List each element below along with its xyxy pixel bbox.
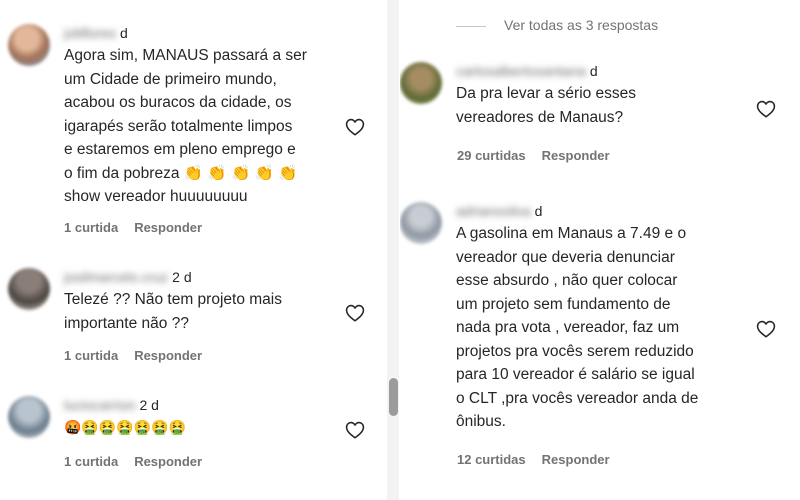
comments-panel-left: jvbflores d Agora sim, MANAUS passará a … bbox=[0, 0, 385, 500]
like-heart-icon[interactable] bbox=[344, 116, 366, 138]
comment-body: jvbflores d Agora sim, MANAUS passará a … bbox=[64, 24, 307, 209]
like-heart-icon[interactable] bbox=[344, 419, 366, 441]
comment-text: Telezé ?? Não tem projeto mais important… bbox=[64, 291, 282, 332]
comment-actions: 12 curtidas Responder bbox=[457, 452, 610, 467]
comment-text: A gasolina em Manaus a 7.49 e o vereador… bbox=[456, 225, 699, 430]
avatar[interactable] bbox=[8, 268, 50, 310]
comment-age: 2 d bbox=[172, 269, 192, 285]
comment-age: d bbox=[534, 203, 543, 219]
like-heart-icon[interactable] bbox=[755, 98, 777, 120]
comment-actions: 1 curtida Responder bbox=[64, 220, 202, 235]
comment-actions: 1 curtida Responder bbox=[64, 454, 202, 469]
comment-username[interactable]: josilmarcelo.cruz bbox=[64, 268, 168, 286]
see-all-replies-link[interactable]: Ver todas as 3 respostas bbox=[456, 17, 658, 33]
scrollbar-thumb[interactable] bbox=[389, 378, 398, 416]
comment-age: d bbox=[589, 63, 598, 79]
comment-actions: 29 curtidas Responder bbox=[457, 148, 610, 163]
avatar[interactable] bbox=[8, 396, 50, 438]
comment-age: d bbox=[120, 25, 128, 41]
comments-panel-right: carlosalbertosantana d Da pra levar a sé… bbox=[400, 48, 800, 500]
comment-text: 🤬🤮🤮🤮🤮🤮🤮 bbox=[64, 419, 187, 435]
like-heart-icon[interactable] bbox=[755, 318, 777, 340]
reply-button[interactable]: Responder bbox=[542, 452, 610, 467]
comment-actions: 1 curtida Responder bbox=[64, 348, 202, 363]
comment-text: Da pra levar a sério esses vereadores de… bbox=[456, 85, 637, 126]
reply-button[interactable]: Responder bbox=[134, 454, 202, 469]
comment-body: luciocarrion 2 d 🤬🤮🤮🤮🤮🤮🤮 bbox=[64, 396, 186, 440]
likes-count[interactable]: 1 curtida bbox=[64, 454, 118, 469]
reply-button[interactable]: Responder bbox=[134, 348, 202, 363]
comment-username[interactable]: carlosalbertosantana bbox=[456, 62, 586, 80]
comment-username[interactable]: jvbflores bbox=[64, 24, 116, 42]
avatar[interactable] bbox=[8, 24, 50, 66]
avatar[interactable] bbox=[400, 202, 442, 244]
avatar[interactable] bbox=[400, 62, 442, 104]
reply-button[interactable]: Responder bbox=[134, 220, 202, 235]
comment-age: 2 d bbox=[139, 397, 159, 413]
comment-text: Agora sim, MANAUS passará a ser um Cidad… bbox=[64, 47, 307, 205]
likes-count[interactable]: 1 curtida bbox=[64, 348, 118, 363]
comment-username[interactable]: adrianosilva bbox=[456, 202, 531, 220]
see-all-replies-label[interactable]: Ver todas as 3 respostas bbox=[504, 17, 658, 33]
reply-button[interactable]: Responder bbox=[542, 148, 610, 163]
scrollbar-track[interactable] bbox=[387, 0, 399, 500]
comment-body: josilmarcelo.cruz 2 d Telezé ?? Não tem … bbox=[64, 268, 282, 335]
likes-count[interactable]: 12 curtidas bbox=[457, 452, 526, 467]
comment-body: carlosalbertosantana d Da pra levar a sé… bbox=[456, 62, 636, 129]
comment-username[interactable]: luciocarrion bbox=[64, 396, 136, 414]
likes-count[interactable]: 29 curtidas bbox=[457, 148, 526, 163]
likes-count[interactable]: 1 curtida bbox=[64, 220, 118, 235]
comment-body: adrianosilva d A gasolina em Manaus a 7.… bbox=[456, 202, 698, 434]
replies-divider-line bbox=[456, 25, 486, 27]
like-heart-icon[interactable] bbox=[344, 302, 366, 324]
